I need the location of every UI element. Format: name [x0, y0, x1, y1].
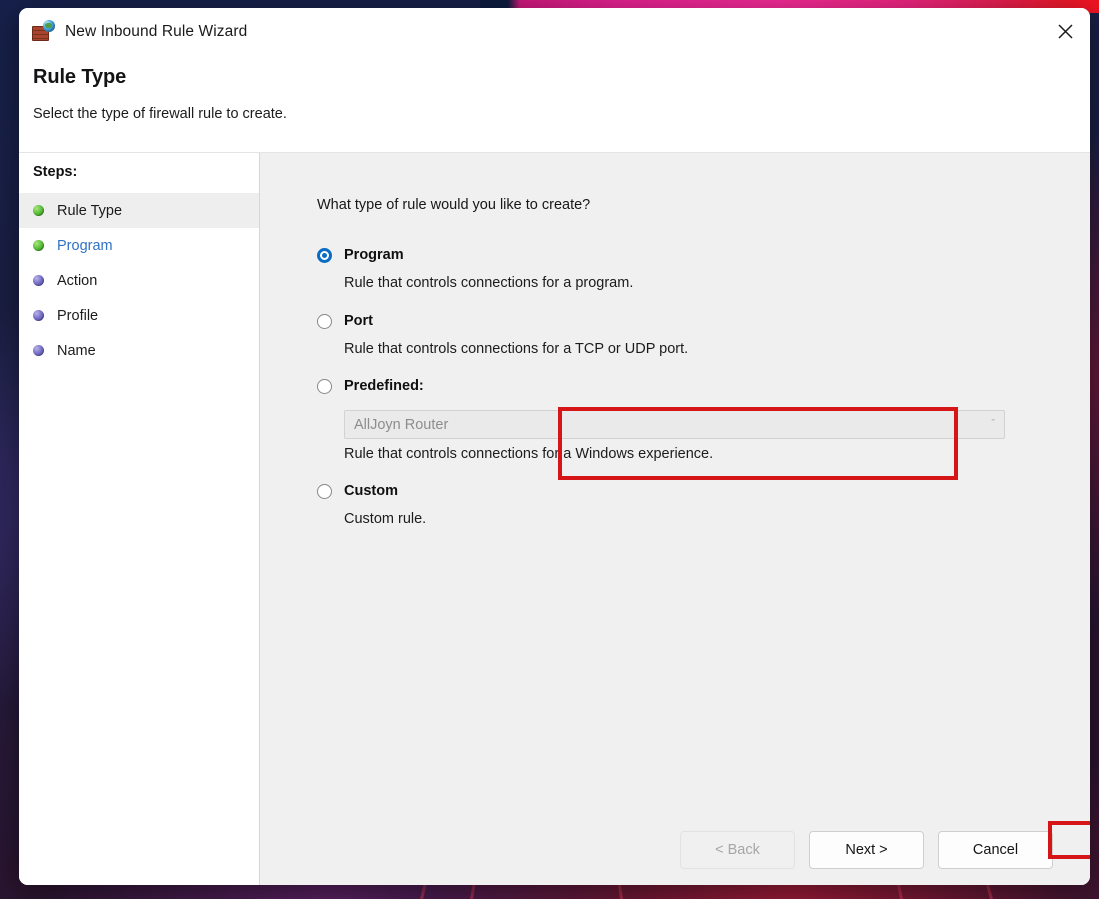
firewall-icon [32, 20, 55, 43]
form-question: What type of rule would you like to crea… [317, 197, 591, 213]
option-port: Port Rule that controls connections for … [317, 312, 1090, 360]
option-predefined: Predefined: AllJoyn Router ˇ Rule that c… [317, 377, 1090, 465]
title-bar: New Inbound Rule Wizard [19, 8, 1090, 56]
sidebar-item-label: Action [57, 272, 98, 289]
radio-predefined[interactable]: Predefined: [317, 377, 1090, 403]
wizard-dialog: New Inbound Rule Wizard Rule Type Select… [19, 8, 1090, 885]
step-bullet-icon [33, 345, 44, 356]
option-custom: Custom Custom rule. [317, 482, 1090, 530]
desktop-wallpaper: New Inbound Rule Wizard Rule Type Select… [0, 0, 1099, 899]
predefined-selected-value: AllJoyn Router [354, 416, 449, 433]
steps-label: Steps: [33, 164, 78, 180]
option-title: Predefined: [344, 378, 424, 394]
page-subtitle: Select the type of firewall rule to crea… [33, 106, 287, 122]
dialog-body: Steps: Rule Type Program Action Profile [19, 153, 1090, 885]
window-title: New Inbound Rule Wizard [65, 23, 248, 40]
cancel-button[interactable]: Cancel [938, 831, 1053, 869]
radio-button-icon [317, 379, 332, 394]
radio-button-icon [317, 314, 332, 329]
option-title: Custom [344, 483, 398, 499]
sidebar-item-name[interactable]: Name [19, 333, 259, 368]
sidebar-item-label: Name [57, 342, 96, 359]
option-program: Program Rule that controls connections f… [317, 246, 1090, 294]
option-description: Custom rule. [344, 511, 427, 527]
sidebar-item-action[interactable]: Action [19, 263, 259, 298]
sidebar-item-label: Rule Type [57, 202, 123, 219]
step-bullet-icon [33, 310, 44, 321]
sidebar-item-profile[interactable]: Profile [19, 298, 259, 333]
radio-port[interactable]: Port [317, 312, 1090, 338]
dialog-footer: < Back Next > Cancel [260, 815, 1090, 885]
radio-program[interactable]: Program [317, 246, 1090, 272]
step-bullet-icon [33, 275, 44, 286]
sidebar-item-rule-type[interactable]: Rule Type [19, 193, 259, 228]
dialog-header: Rule Type Select the type of firewall ru… [19, 56, 1090, 153]
radio-custom[interactable]: Custom [317, 482, 1090, 508]
next-button[interactable]: Next > [809, 831, 924, 869]
back-button[interactable]: < Back [680, 831, 795, 869]
steps-sidebar: Steps: Rule Type Program Action Profile [19, 153, 260, 885]
radio-button-icon [317, 484, 332, 499]
next-highlight-annotation [1048, 821, 1090, 859]
sidebar-item-label: Profile [57, 307, 99, 324]
predefined-select[interactable]: AllJoyn Router ˇ [344, 410, 1005, 439]
option-description: Rule that controls connections for a Win… [344, 446, 714, 462]
sidebar-item-label: Program [57, 237, 113, 254]
close-icon[interactable] [1040, 8, 1090, 55]
sidebar-item-program[interactable]: Program [19, 228, 259, 263]
option-description: Rule that controls connections for a TCP… [344, 341, 689, 357]
option-title: Program [344, 247, 404, 263]
rule-type-form: What type of rule would you like to crea… [260, 153, 1090, 815]
step-bullet-icon [33, 240, 44, 251]
step-bullet-icon [33, 205, 44, 216]
chevron-down-icon: ˇ [991, 418, 995, 430]
option-title: Port [344, 313, 373, 329]
page-title: Rule Type [33, 66, 127, 88]
option-description: Rule that controls connections for a pro… [344, 275, 634, 291]
content-pane: What type of rule would you like to crea… [260, 153, 1090, 885]
radio-button-icon [317, 248, 332, 263]
